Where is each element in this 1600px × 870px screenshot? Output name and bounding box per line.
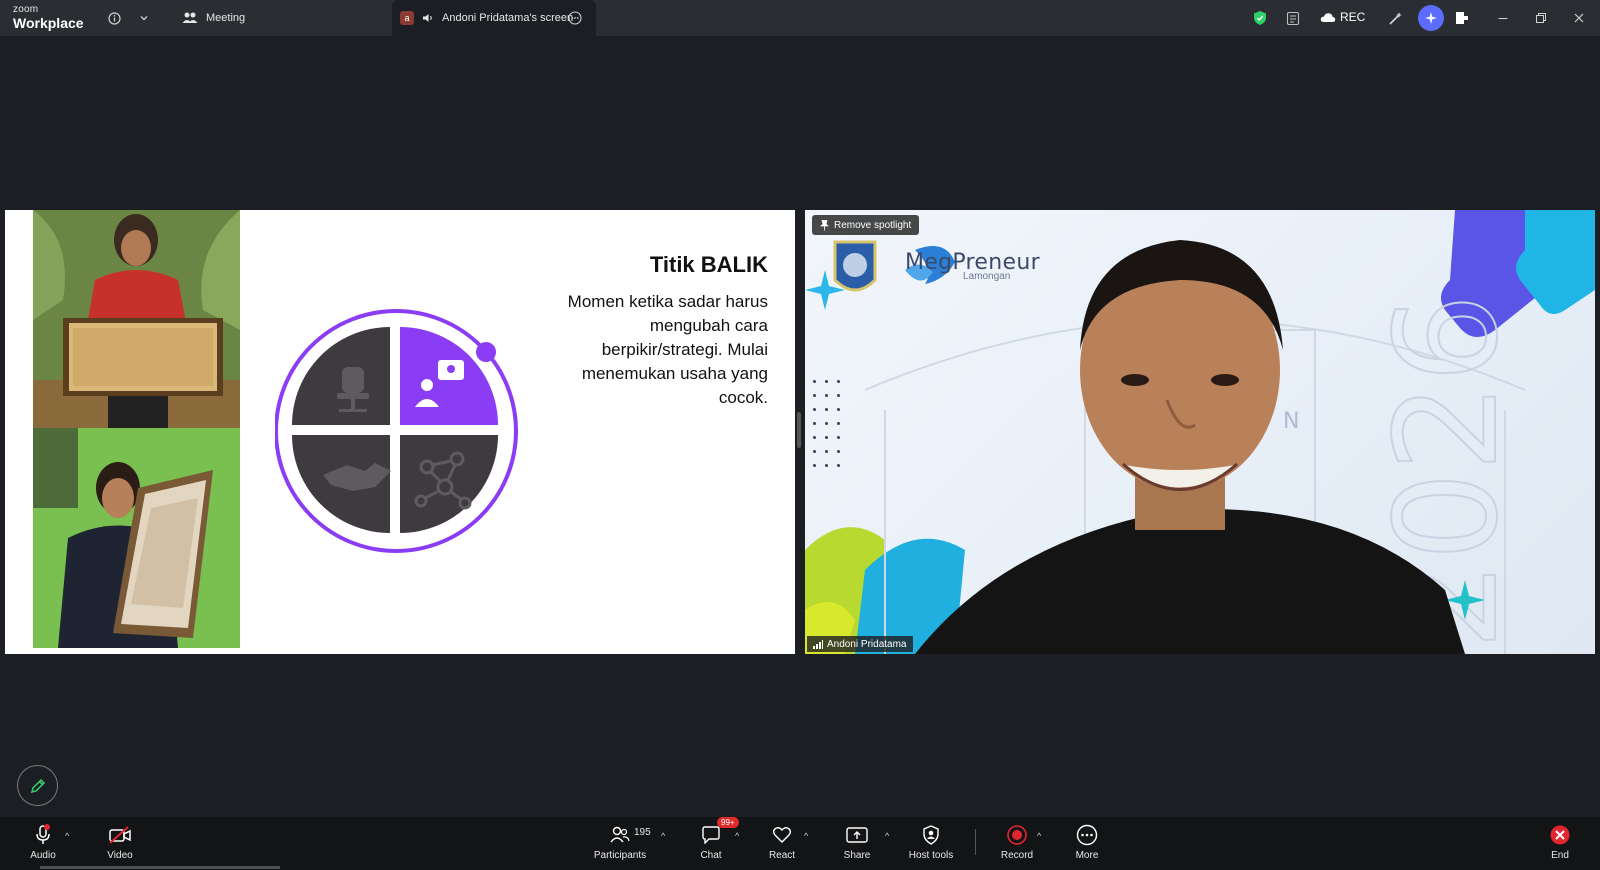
share-button[interactable]: Share [822,823,892,861]
participant-name: Andoni Pridatama [827,638,907,650]
pin-icon [820,219,829,230]
shield-icon[interactable] [1250,8,1270,28]
ai-companion-icon[interactable] [1418,5,1444,31]
split-resize-handle[interactable] [797,412,801,448]
cloud-icon [1320,12,1336,22]
microphone-icon [36,824,50,844]
participants-label: Participants [593,850,647,861]
record-icon [1007,825,1027,845]
react-options-chevron[interactable]: ^ [804,831,808,841]
slide-body-text: Momen ketika sadar harus mengubah cara b… [567,292,768,407]
toolbar-separator [975,829,976,855]
chat-button[interactable]: 99+ Chat [676,817,746,861]
more-label: More [1075,850,1099,861]
share-options-chevron[interactable]: ^ [885,831,889,841]
annotate-wand-icon[interactable] [1385,8,1405,28]
record-label: Record [1000,850,1034,861]
participants-icon [610,826,630,843]
chat-label: Chat [700,850,722,861]
video-label: Video [107,850,133,861]
record-button[interactable]: Record [982,823,1052,861]
remove-spotlight-button[interactable]: Remove spotlight [812,215,920,235]
spotlight-video: 2026 N MegPreneur Lamongan Remove spotli… [805,210,1595,654]
cloud-recording-indicator[interactable]: REC [1320,10,1365,24]
more-options-icon[interactable] [568,11,582,25]
apps-icon[interactable] [1452,8,1472,28]
record-options-chevron[interactable]: ^ [1037,831,1041,841]
bottom-scrollbar[interactable] [40,866,280,869]
participants-count: 195 [634,827,651,838]
host-shield-icon [923,825,939,845]
tab-meeting[interactable]: Meeting [182,0,245,36]
end-label: End [1551,850,1569,861]
host-tools-button[interactable]: Host tools [896,823,966,861]
notes-icon[interactable] [1283,8,1303,28]
background-letter: N [1283,409,1299,434]
react-label: React [768,850,796,861]
logo-workplace-text: Workplace [13,15,84,31]
more-icon [1076,824,1098,846]
meeting-people-icon [182,12,198,23]
tab-shared-screen[interactable]: a Andoni Pridatama's screen [392,0,596,36]
end-meeting-icon [1550,825,1570,845]
tab-shared-screen-label: Andoni Pridatama's screen [442,12,574,24]
remove-spotlight-label: Remove spotlight [834,219,912,231]
meeting-info-icon[interactable] [104,8,124,28]
participant-name-tag: Andoni Pridatama [807,636,913,652]
video-off-icon [109,826,131,844]
shared-screen-slide: Titik BALIK Momen ketika sadar harus men… [5,210,795,654]
audio-options-chevron[interactable]: ^ [65,831,69,841]
audio-label: Audio [30,850,56,861]
tab-meeting-label: Meeting [206,12,246,24]
meeting-toolbar: Audio ^ Video Participants 195 ^ 99+ Cha… [0,817,1600,870]
beekeeper-photo-top [33,210,240,428]
end-button[interactable]: End [1525,823,1595,861]
host-tools-label: Host tools [908,850,954,861]
rec-label: REC [1340,10,1366,24]
zoom-window: zoom Workplace Meeting a Andoni Pridatam… [0,0,1600,870]
restore-icon[interactable] [1531,8,1551,28]
annotate-pencil-button[interactable] [17,765,58,806]
sharer-avatar: a [400,11,414,25]
share-label: Share [843,850,871,861]
pencil-icon [30,778,45,793]
title-bar: zoom Workplace Meeting a Andoni Pridatam… [0,0,1600,36]
audio-button[interactable]: Audio [8,823,78,861]
minimize-icon[interactable] [1493,8,1513,28]
participants-options-chevron[interactable]: ^ [661,831,665,841]
more-button[interactable]: More [1052,823,1122,861]
speaker-icon [423,14,432,22]
slide-title: Titik BALIK [649,252,768,277]
honeycomb-photo-bottom [33,428,240,648]
quadrant-diagram [274,305,525,555]
chevron-down-icon[interactable] [134,8,154,28]
signal-strength-icon [813,639,823,649]
heart-icon [772,827,792,843]
share-screen-icon [846,827,868,843]
react-button[interactable]: React [747,823,817,861]
close-icon[interactable] [1569,8,1589,28]
video-button[interactable]: Video [85,823,155,861]
chat-icon [702,826,720,844]
logo-zoom-text: zoom [13,4,39,15]
chat-unread-badge: 99+ [717,817,739,828]
megpreneur-brand: MegPreneur Lamongan [905,250,1040,282]
zoom-logo: zoom Workplace [13,4,84,31]
chat-options-chevron[interactable]: ^ [735,831,739,841]
